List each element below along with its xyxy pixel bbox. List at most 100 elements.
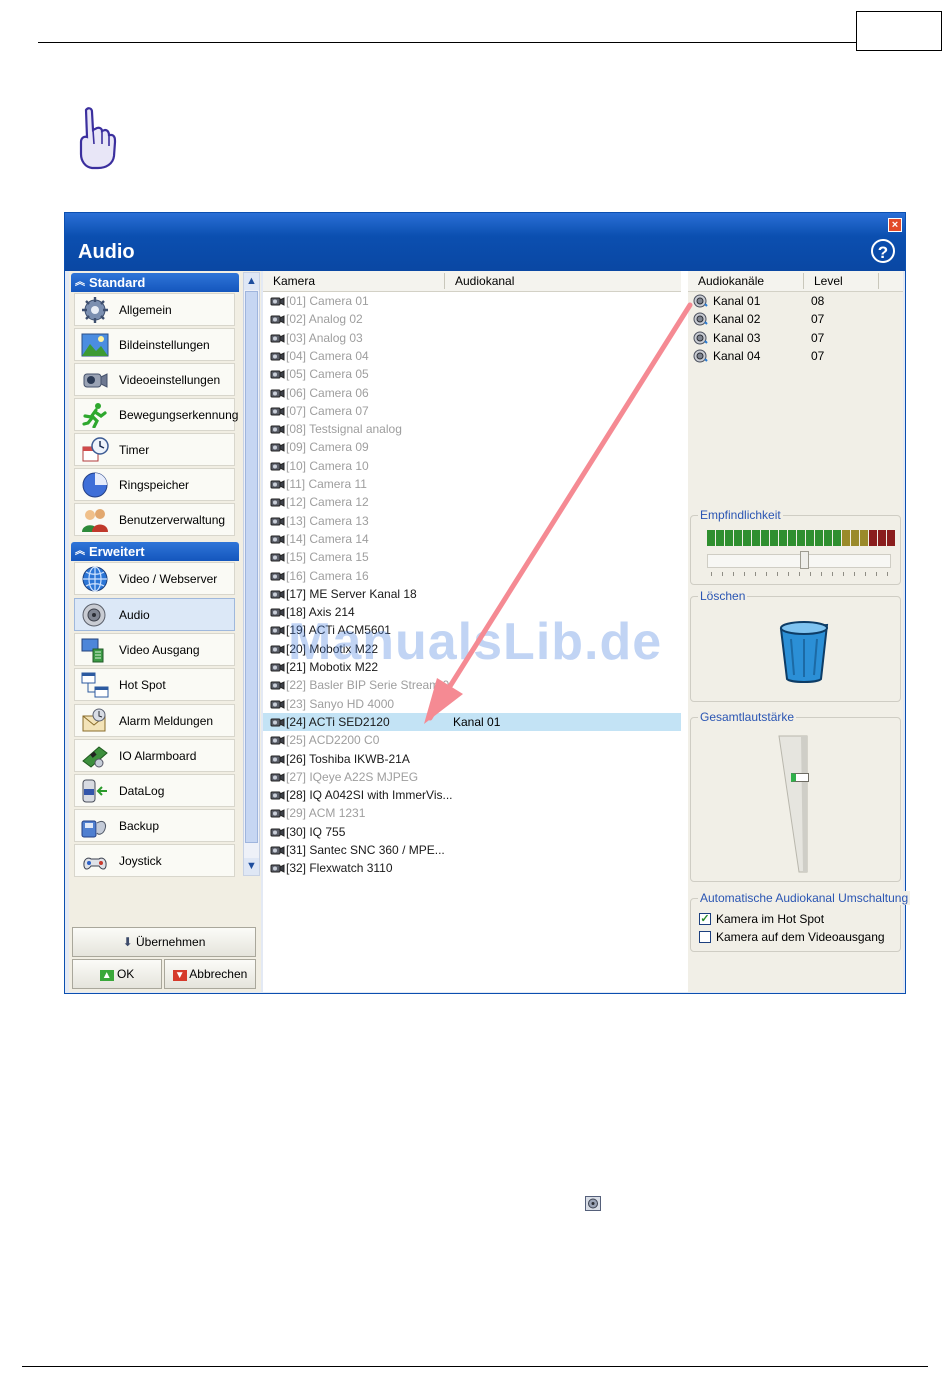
camera-row[interactable]: [09] Camera 09 bbox=[263, 438, 681, 456]
camera-icon bbox=[270, 461, 285, 471]
slider-tick bbox=[832, 572, 833, 576]
ok-button[interactable]: ▲ OK bbox=[72, 959, 162, 989]
camera-name: [15] Camera 15 bbox=[286, 550, 369, 565]
camera-row[interactable]: [23] Sanyo HD 4000 bbox=[263, 695, 681, 713]
camera-icon bbox=[270, 406, 285, 416]
camera-row[interactable]: [10] Camera 10 bbox=[263, 457, 681, 475]
camera-row[interactable]: [24] ACTi SED2120 Kanal 01 bbox=[263, 712, 681, 731]
title-bar: × Audio ? bbox=[65, 213, 905, 271]
cancel-button[interactable]: ▼ Abbrechen bbox=[164, 959, 256, 989]
camera-row[interactable]: [29] ACM 1231 bbox=[263, 804, 681, 822]
level-meter-segment bbox=[806, 530, 814, 546]
running-man-icon bbox=[82, 403, 107, 428]
camera-name: [29] ACM 1231 bbox=[286, 806, 366, 821]
camera-row[interactable]: [17] ME Server Kanal 18 bbox=[263, 585, 681, 603]
camera-row[interactable]: [06] Camera 06 bbox=[263, 384, 681, 402]
sidebar-item-joystick[interactable]: Joystick bbox=[74, 844, 235, 877]
camera-name: [12] Camera 12 bbox=[286, 495, 369, 510]
sidebar-item-timer[interactable]: Timer bbox=[74, 433, 235, 466]
camera-row[interactable]: [32] Flexwatch 3110 bbox=[263, 859, 681, 877]
sidebar-item-label: Ringspeicher bbox=[119, 478, 190, 492]
camera-row[interactable]: [03] Analog 03 bbox=[263, 329, 681, 347]
level-meter-segment bbox=[824, 530, 832, 546]
sidebar-item-video-webserver[interactable]: Video / Webserver bbox=[74, 562, 235, 595]
section-header-erweitert[interactable]: ︽ Erweitert bbox=[71, 542, 239, 561]
camera-icon bbox=[270, 681, 285, 691]
audio-channel-name: Kanal 04 bbox=[713, 348, 761, 363]
camera-row[interactable]: [05] Camera 05 bbox=[263, 365, 681, 383]
column-header-audio-channel[interactable]: Audiokanal bbox=[455, 274, 514, 288]
camera-row[interactable]: [11] Camera 11 bbox=[263, 475, 681, 493]
section-header-standard[interactable]: ︽ Standard bbox=[71, 273, 239, 292]
camera-name: [23] Sanyo HD 4000 bbox=[286, 696, 395, 711]
sidebar-item-bewegungserkennung[interactable]: Bewegungserkennung bbox=[74, 398, 238, 431]
level-meter-segment bbox=[860, 530, 868, 546]
camera-row[interactable]: [14] Camera 14 bbox=[263, 530, 681, 548]
camera-row[interactable]: [25] ACD2200 C0 bbox=[263, 731, 681, 749]
camera-name: [25] ACD2200 C0 bbox=[286, 733, 380, 748]
sidebar-item-allgemein[interactable]: Allgemein bbox=[74, 293, 235, 326]
level-meter-segment bbox=[788, 530, 796, 546]
camera-row[interactable]: [31] Santec SNC 360 / MPE... bbox=[263, 841, 681, 859]
sidebar-scrollbar[interactable]: ▲ ▼ bbox=[243, 272, 260, 876]
camera-row[interactable]: [27] IQeye A22S MJPEG bbox=[263, 768, 681, 786]
column-header-audio-channels[interactable]: Audiokanäle bbox=[698, 274, 764, 288]
sidebar-item-backup[interactable]: Backup bbox=[74, 809, 235, 842]
sensitivity-slider-thumb[interactable] bbox=[799, 551, 809, 569]
camera-row[interactable]: [28] IQ A042SI with ImmerVis... bbox=[263, 786, 681, 804]
camera-row[interactable]: [16] Camera 16 bbox=[263, 567, 681, 585]
camera-row[interactable]: [15] Camera 15 bbox=[263, 548, 681, 566]
camera-row[interactable]: [08] Testsignal analog bbox=[263, 420, 681, 438]
sidebar-item-datalog[interactable]: DataLog bbox=[74, 774, 235, 807]
camera-row[interactable]: [02] Analog 02 bbox=[263, 310, 681, 328]
audio-channel-list: Kanal 01 08 Kanal 02 07 Kanal 03 07 Kanal 04 07 bbox=[688, 292, 903, 372]
slider-tick bbox=[865, 572, 866, 576]
sidebar-item-label: Video Ausgang bbox=[119, 643, 200, 657]
audio-channel-row[interactable]: Kanal 03 07 bbox=[688, 329, 903, 347]
scroll-up-arrow-icon[interactable]: ▲ bbox=[244, 273, 259, 290]
group-title: Empfindlichkeit bbox=[698, 508, 783, 522]
camera-row[interactable]: [01] Camera 01 bbox=[263, 292, 681, 310]
sidebar-item-io-alarmboard[interactable]: IO Alarmboard bbox=[74, 739, 235, 772]
camera-row[interactable]: [12] Camera 12 bbox=[263, 493, 681, 511]
help-button[interactable]: ? bbox=[871, 239, 895, 263]
camera-icon bbox=[270, 480, 285, 489]
sidebar-item-videoeinstellungen[interactable]: Videoeinstellungen bbox=[74, 363, 235, 396]
camera-row[interactable]: [07] Camera 07 bbox=[263, 402, 681, 420]
camera-icon bbox=[270, 626, 285, 636]
camera-name: [14] Camera 14 bbox=[286, 531, 369, 546]
sidebar-item-bildeinstellungen[interactable]: Bildeinstellungen bbox=[74, 328, 235, 361]
audio-channel-row[interactable]: Kanal 02 07 bbox=[688, 310, 903, 328]
camera-row[interactable]: [13] Camera 13 bbox=[263, 512, 681, 530]
scrollbar-thumb[interactable] bbox=[245, 291, 258, 843]
trash-bin-icon[interactable] bbox=[777, 619, 831, 685]
close-button[interactable]: × bbox=[888, 218, 902, 232]
camera-icon bbox=[270, 571, 285, 581]
sidebar-item-video-ausgang[interactable]: Video Ausgang bbox=[74, 633, 235, 666]
column-divider[interactable] bbox=[803, 273, 804, 289]
column-header-camera[interactable]: Kamera bbox=[273, 274, 315, 288]
camera-row[interactable]: [04] Camera 04 bbox=[263, 347, 681, 365]
video-output-checkbox[interactable] bbox=[699, 931, 711, 943]
level-meter-segment bbox=[815, 530, 823, 546]
slider-tick bbox=[788, 572, 789, 576]
sidebar-item-benutzerverwaltung[interactable]: Benutzerverwaltung bbox=[74, 503, 235, 536]
sidebar-item-alarm-meldungen[interactable]: Alarm Meldungen bbox=[74, 704, 235, 737]
slider-tick bbox=[876, 572, 877, 576]
audio-channel-row[interactable]: Kanal 04 07 bbox=[688, 347, 903, 365]
sidebar-item-ringspeicher[interactable]: Ringspeicher bbox=[74, 468, 235, 501]
column-header-level[interactable]: Level bbox=[814, 274, 843, 288]
column-divider[interactable] bbox=[444, 273, 445, 289]
scroll-down-arrow-icon[interactable]: ▼ bbox=[244, 858, 259, 875]
camera-row[interactable]: [30] IQ 755 bbox=[263, 823, 681, 841]
camera-row[interactable]: [22] Basler BIP Serie Stream 0 bbox=[263, 676, 681, 694]
column-divider[interactable] bbox=[878, 273, 879, 289]
camera-icon bbox=[270, 443, 285, 453]
hot-spot-checkbox[interactable]: ✓ bbox=[699, 913, 711, 925]
volume-slider-thumb[interactable] bbox=[791, 773, 809, 783]
sidebar-item-hot-spot[interactable]: Hot Spot bbox=[74, 668, 235, 701]
camera-row[interactable]: [26] Toshiba IKWB-21A bbox=[263, 750, 681, 768]
apply-button[interactable]: ⬇ Übernehmen bbox=[72, 927, 256, 957]
audio-channel-row[interactable]: Kanal 01 08 bbox=[688, 292, 903, 310]
sidebar-item-audio[interactable]: Audio bbox=[74, 598, 235, 631]
